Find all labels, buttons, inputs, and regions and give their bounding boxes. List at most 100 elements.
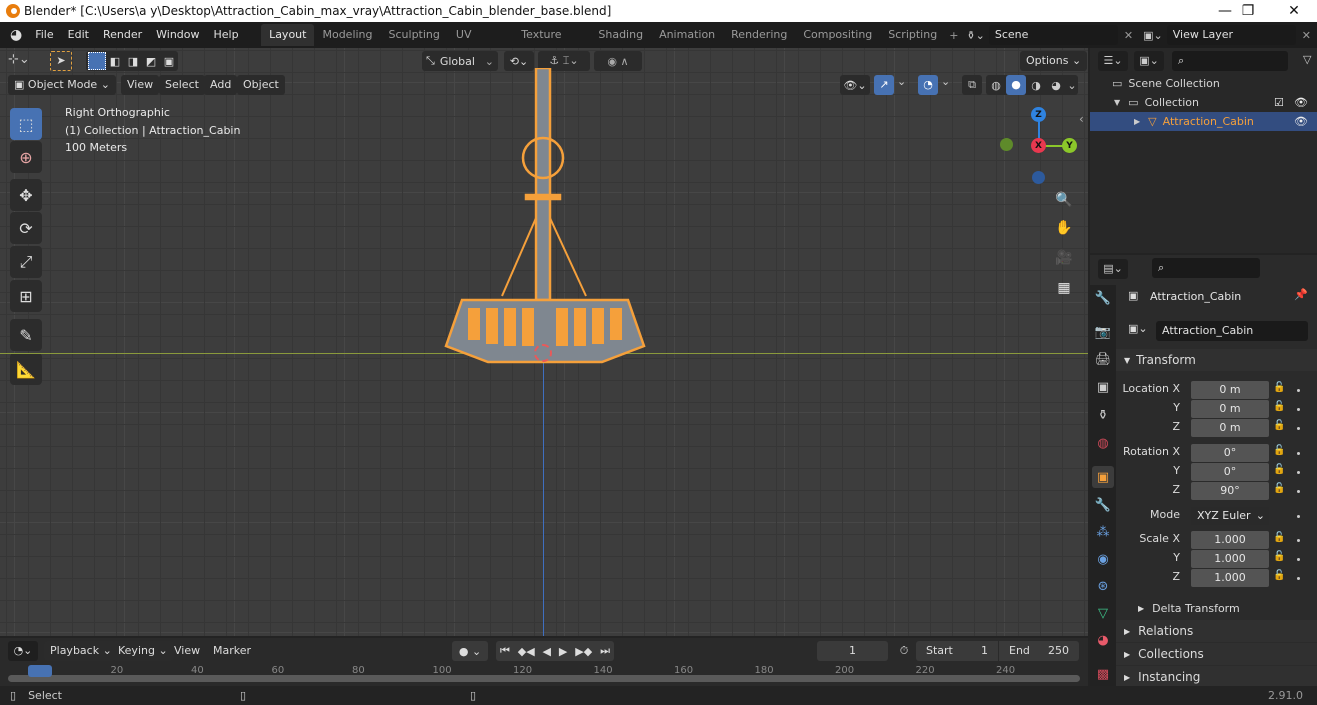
zoom-view-icon[interactable]: 🔍 bbox=[1052, 188, 1076, 212]
rotation-mode-dropdown[interactable]: XYZ Euler ⌄ bbox=[1191, 507, 1269, 525]
jump-end-icon[interactable]: ⏭ bbox=[600, 644, 610, 658]
lock-icon[interactable]: 🔓 bbox=[1273, 445, 1285, 456]
tab-shading[interactable]: Shading bbox=[590, 24, 651, 46]
tab-texture-paint[interactable]: Texture Paint bbox=[513, 24, 590, 63]
editor-type-icon[interactable]: ⊹⌄ bbox=[8, 52, 40, 70]
keyframe-dot[interactable] bbox=[1297, 427, 1300, 430]
object-name-field[interactable]: Attraction_Cabin bbox=[1156, 321, 1308, 341]
expand-icon[interactable]: ▶ bbox=[1134, 117, 1140, 126]
measure-tool[interactable]: 📐 bbox=[10, 353, 42, 385]
gizmo-z-axis[interactable]: Z bbox=[1031, 107, 1046, 122]
tab-modeling[interactable]: Modeling bbox=[314, 24, 380, 46]
lock-icon[interactable]: 🔓 bbox=[1273, 483, 1285, 494]
location-y-field[interactable]: 0 m bbox=[1191, 400, 1269, 418]
overlay-dropdown[interactable]: ⌄ bbox=[941, 75, 950, 88]
menu-help[interactable]: Help bbox=[207, 22, 246, 48]
keyframe-dot[interactable] bbox=[1297, 408, 1300, 411]
tab-compositing[interactable]: Compositing bbox=[795, 24, 880, 46]
lock-icon[interactable]: 🔓 bbox=[1273, 401, 1285, 412]
menu-window[interactable]: Window bbox=[149, 22, 206, 48]
next-keyframe-icon[interactable]: ▶◆ bbox=[575, 645, 592, 658]
preview-range-icon[interactable]: ⏱ bbox=[894, 641, 914, 661]
tab-layout[interactable]: Layout bbox=[261, 24, 315, 46]
gizmo-neg-z-axis[interactable] bbox=[1032, 171, 1045, 184]
filter-view-layer-dropdown[interactable]: ▣⌄ bbox=[1134, 51, 1164, 71]
location-z-field[interactable]: 0 m bbox=[1191, 419, 1269, 437]
visibility-eye-icon[interactable]: 👁 bbox=[1294, 96, 1308, 109]
current-frame-field[interactable]: 1 bbox=[817, 641, 888, 661]
transform-tool[interactable]: ⊞ bbox=[10, 280, 42, 312]
marker-menu[interactable]: Marker bbox=[207, 641, 257, 661]
select-subtract-icon[interactable]: ◨ bbox=[124, 55, 142, 68]
solid-shading-icon[interactable]: ● bbox=[1006, 75, 1026, 95]
properties-editor-type-dropdown[interactable]: ▤⌄ bbox=[1098, 259, 1128, 279]
end-frame-field[interactable]: End 250 bbox=[999, 641, 1079, 661]
keying-menu[interactable]: Keying ⌄ bbox=[112, 641, 174, 661]
auto-keying-toggle[interactable]: ● ⌄ bbox=[452, 641, 488, 661]
tab-sculpting[interactable]: Sculpting bbox=[381, 24, 448, 46]
material-shading-icon[interactable]: ◑ bbox=[1026, 79, 1046, 92]
scene-field[interactable]: Scene bbox=[988, 25, 1118, 45]
tab-rendering[interactable]: Rendering bbox=[723, 24, 795, 46]
restore-button[interactable]: ❐ bbox=[1225, 0, 1271, 22]
close-scene-icon[interactable]: ✕ bbox=[1118, 29, 1139, 42]
select-box-tool[interactable]: ⬚ bbox=[10, 108, 42, 140]
rotate-tool[interactable]: ⟳ bbox=[10, 212, 42, 244]
mode-dropdown[interactable]: ▣ Object Mode ⌄ bbox=[8, 75, 116, 95]
keyframe-dot[interactable] bbox=[1297, 515, 1300, 518]
select-invert-icon[interactable]: ◩ bbox=[142, 55, 160, 68]
lock-icon[interactable]: 🔓 bbox=[1273, 382, 1285, 393]
rotation-z-field[interactable]: 90° bbox=[1191, 482, 1269, 500]
rotation-x-field[interactable]: 0° bbox=[1191, 444, 1269, 462]
gizmo-y-axis[interactable]: Y bbox=[1062, 138, 1077, 153]
close-view-layer-icon[interactable]: ✕ bbox=[1296, 29, 1317, 42]
tab-scripting[interactable]: Scripting bbox=[880, 24, 945, 46]
keyframe-dot[interactable] bbox=[1297, 577, 1300, 580]
menu-add[interactable]: Add bbox=[204, 75, 238, 95]
ortho-toggle-icon[interactable]: ▦ bbox=[1052, 276, 1076, 300]
material-tab-icon[interactable]: ◕ bbox=[1092, 629, 1114, 651]
timeline-view-menu[interactable]: View bbox=[168, 641, 206, 661]
outliner-row-attraction-cabin[interactable]: ▶ ▽ Attraction_Cabin 👁 bbox=[1090, 112, 1317, 131]
filter-icon[interactable]: ▽ bbox=[1303, 53, 1311, 66]
select-new-icon[interactable] bbox=[88, 52, 106, 70]
delta-transform-subpanel[interactable]: ▶ Delta Transform bbox=[1116, 597, 1317, 619]
select-intersect-icon[interactable]: ▣ bbox=[160, 55, 178, 68]
tab-animation[interactable]: Animation bbox=[651, 24, 723, 46]
scale-y-field[interactable]: 1.000 bbox=[1191, 550, 1269, 568]
location-x-field[interactable]: 0 m bbox=[1191, 381, 1269, 399]
timeline-scrollbar[interactable] bbox=[8, 675, 1080, 682]
menu-file[interactable]: File bbox=[28, 22, 60, 48]
play-icon[interactable]: ▶ bbox=[559, 645, 567, 658]
keyframe-dot[interactable] bbox=[1297, 452, 1300, 455]
relations-panel-header[interactable]: ▶ Relations bbox=[1116, 620, 1317, 642]
view-layer-field[interactable]: View Layer bbox=[1166, 25, 1296, 45]
collections-panel-header[interactable]: ▶ Collections bbox=[1116, 643, 1317, 665]
data-tab-icon[interactable]: ▽ bbox=[1092, 602, 1114, 624]
visibility-eye-icon[interactable]: 👁 bbox=[1294, 115, 1308, 128]
shading-dropdown[interactable]: ⌄ bbox=[1066, 79, 1078, 92]
playback-menu[interactable]: Playback ⌄ bbox=[44, 641, 118, 661]
xray-toggle-icon[interactable]: ⧉ bbox=[962, 75, 982, 95]
menu-view[interactable]: View bbox=[121, 75, 160, 95]
move-tool[interactable]: ✥ bbox=[10, 179, 42, 211]
display-mode-dropdown[interactable]: ☰⌄ bbox=[1098, 51, 1128, 71]
cursor-tool[interactable]: ⊕ bbox=[10, 141, 42, 173]
view-layer-icon[interactable]: ▣⌄ bbox=[1139, 29, 1167, 42]
rotation-y-field[interactable]: 0° bbox=[1191, 463, 1269, 481]
lock-icon[interactable]: 🔓 bbox=[1273, 551, 1285, 562]
blender-menu-icon[interactable]: ◕ bbox=[10, 27, 22, 43]
transform-panel-header[interactable]: ▼ Transform bbox=[1116, 349, 1317, 371]
gizmo-neg-y-axis[interactable] bbox=[1000, 138, 1013, 151]
texture-tab-icon[interactable]: ▩ bbox=[1092, 663, 1114, 685]
menu-select[interactable]: Select bbox=[159, 75, 205, 95]
prev-keyframe-icon[interactable]: ◆◀ bbox=[518, 645, 535, 658]
select-extend-icon[interactable]: ◧ bbox=[106, 55, 124, 68]
keyframe-dot[interactable] bbox=[1297, 558, 1300, 561]
close-button[interactable]: ✕ bbox=[1271, 0, 1317, 22]
menu-object[interactable]: Object bbox=[237, 75, 285, 95]
options-dropdown[interactable]: Options ⌄ bbox=[1020, 51, 1088, 71]
start-frame-field[interactable]: Start 1 bbox=[916, 641, 998, 661]
3d-viewport[interactable]: ⊹⌄ ➤ ◧ ◨ ◩ ▣ ⤡ Global ⌄ ⟲⌄ ⚓ ⌶⌄ ◉ ∧ Opti… bbox=[0, 48, 1088, 636]
properties-search-input[interactable]: ⌕ bbox=[1152, 258, 1260, 278]
